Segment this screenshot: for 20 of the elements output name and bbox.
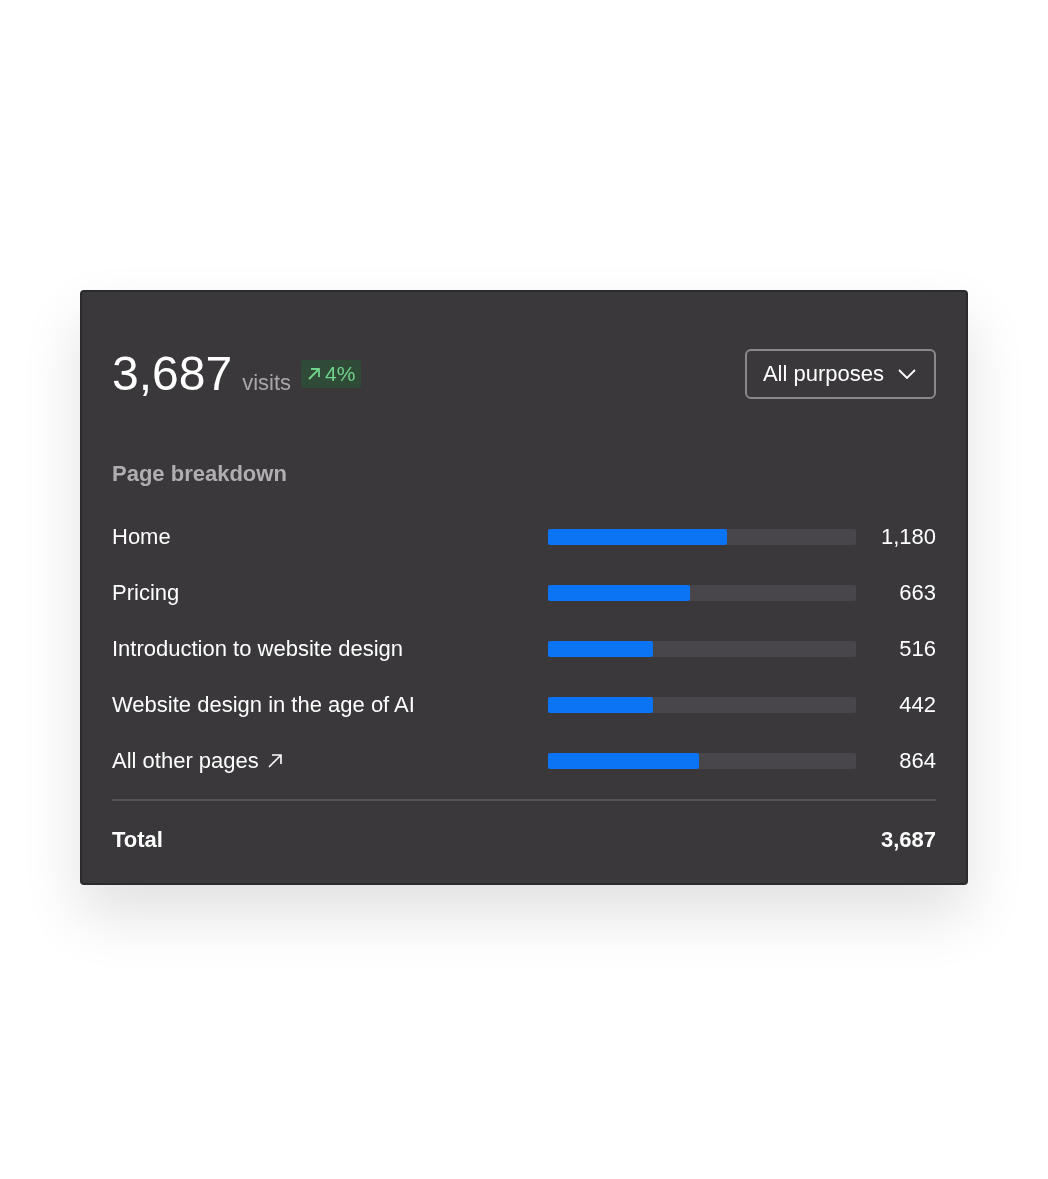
page-name: Website design in the age of AI [112,692,415,718]
chevron-down-icon [898,368,916,379]
page-name: Introduction to website design [112,636,404,662]
arrow-up-right-icon [307,366,321,381]
arrow-up-right-icon [266,753,283,769]
visit-count: 663 [899,580,936,606]
change-value: 4% [325,361,356,386]
visit-count: 516 [899,636,936,662]
visits-count: 3,687 [112,346,233,401]
visit-count: 864 [899,748,936,774]
visits-unit: visits [242,370,291,396]
pages-link[interactable]: All other pages [112,748,548,774]
visit-count: 1,180 [880,524,936,550]
total-label: Total [112,827,163,853]
visit-count: 442 [899,692,936,718]
purpose-dropdown[interactable]: All purposes [744,348,936,399]
total-value: 3,687 [880,827,936,853]
page-name: Pricing [112,580,180,606]
page-name: Home [112,524,171,550]
section-title: Page breakdown [112,461,288,487]
